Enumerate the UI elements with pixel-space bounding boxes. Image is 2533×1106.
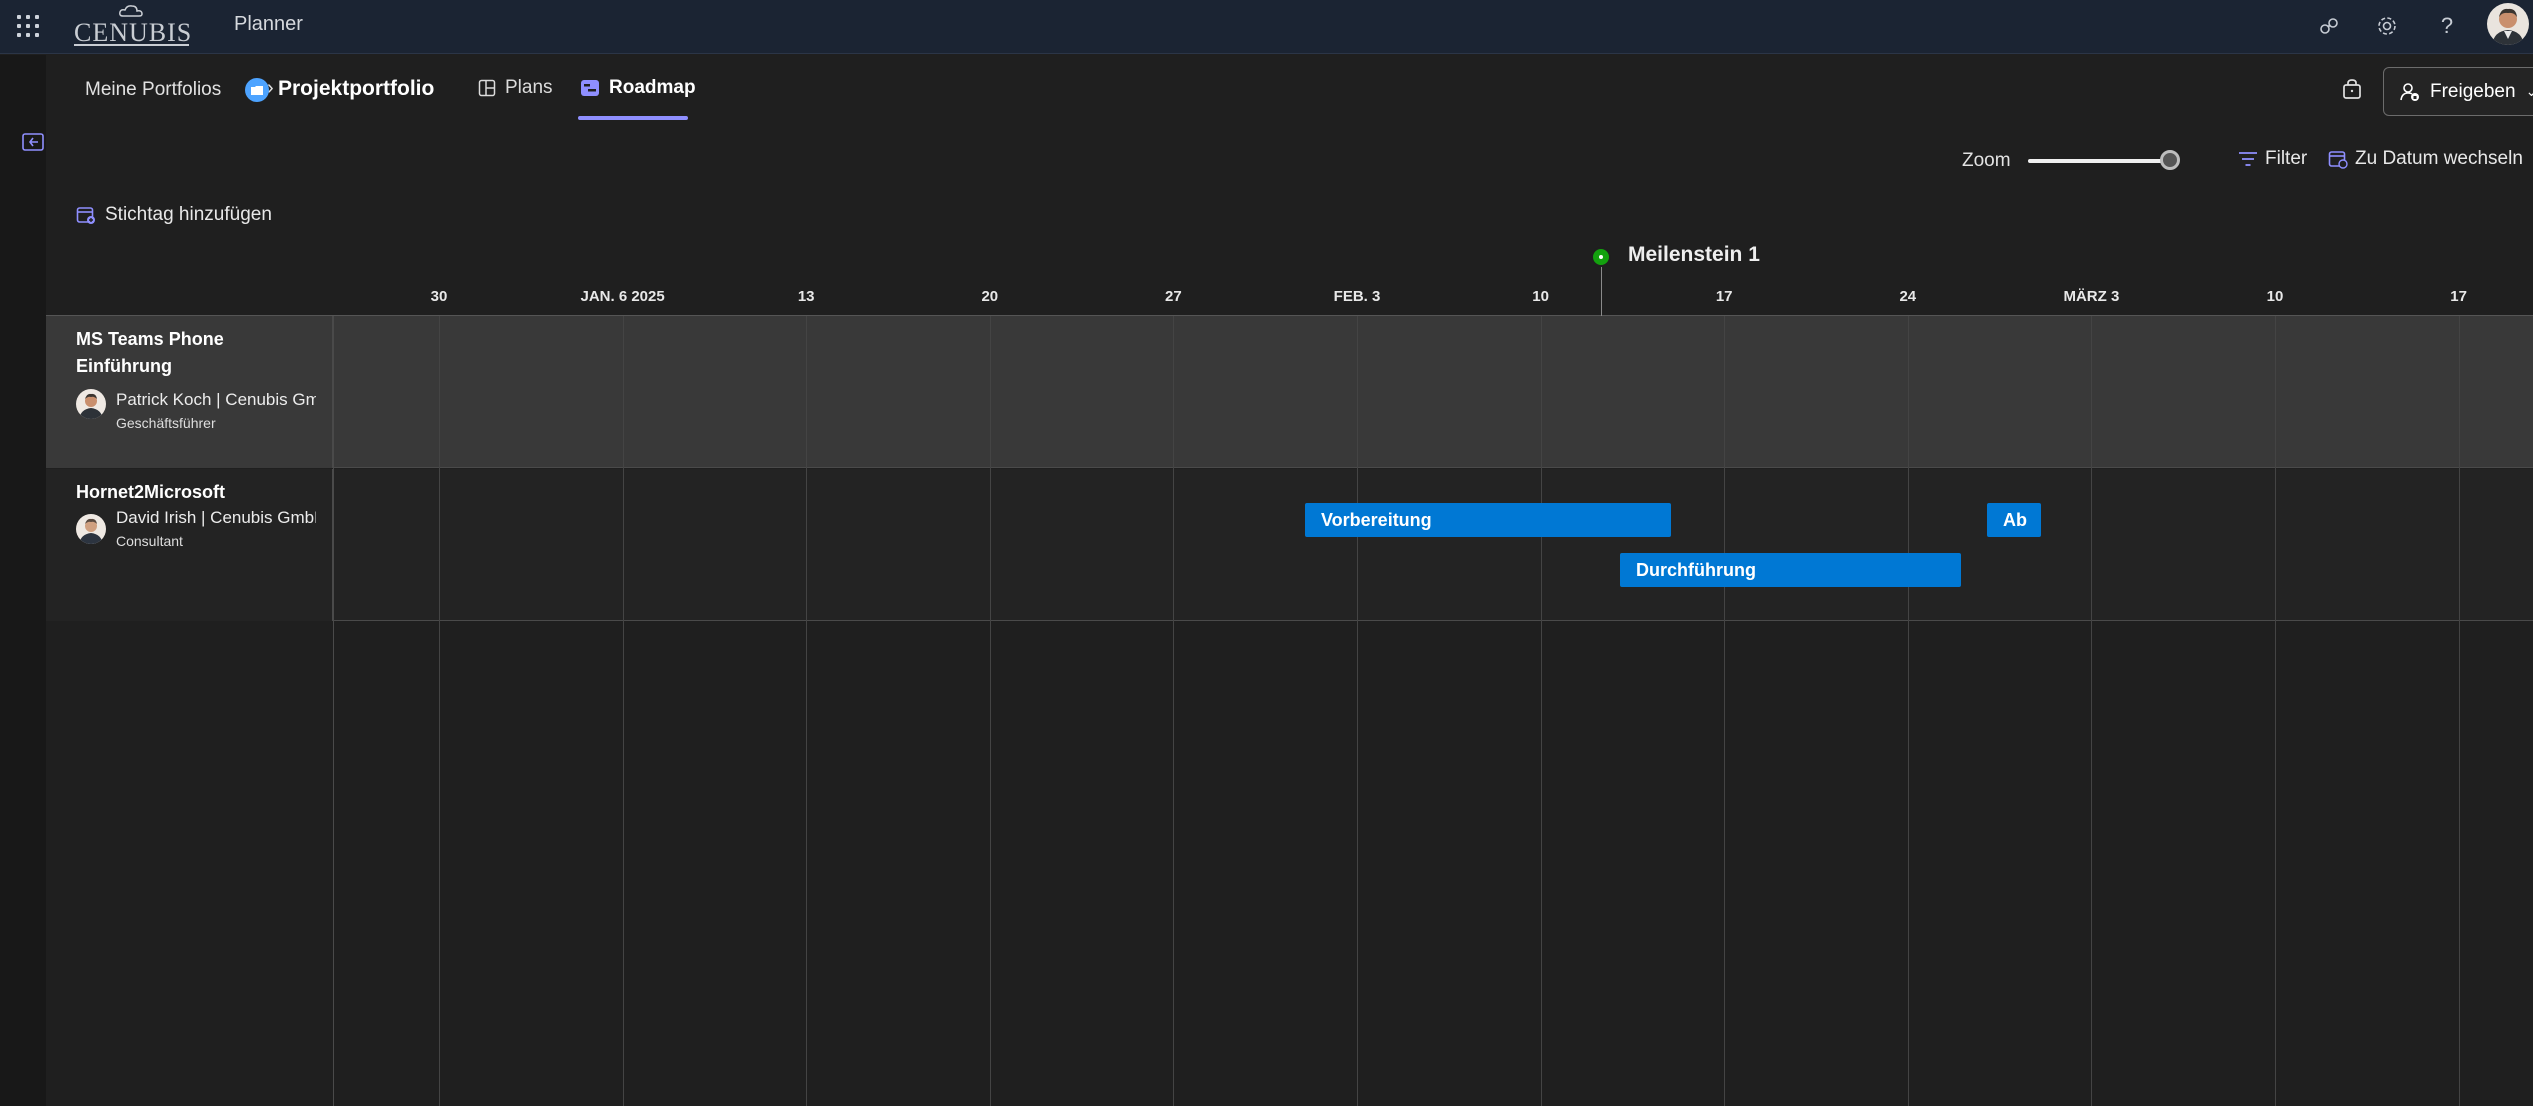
timeline-grid-line — [439, 316, 440, 1106]
filter-label: Filter — [2265, 148, 2308, 169]
timeline-date-label: JAN. 6 2025 — [580, 288, 665, 305]
plan-title[interactable]: MS Teams Phone Einführung — [76, 326, 316, 380]
plan-owner-name: Patrick Koch | Cenubis GmbH — [116, 390, 316, 409]
timeline-date-label: 10 — [1532, 288, 1549, 305]
label-column-divider — [333, 316, 334, 1106]
roadmap-icon — [581, 80, 599, 96]
app-title: Planner — [234, 13, 303, 35]
bag-icon[interactable] — [2340, 77, 2364, 101]
task-bar[interactable]: Ab — [1987, 503, 2041, 537]
plan-title[interactable]: Hornet2Microsoft — [76, 479, 316, 506]
timeline-header-divider — [46, 315, 2533, 316]
zoom-slider-thumb[interactable] — [2160, 150, 2180, 170]
portfolio-row[interactable]: Hornet2Microsoft David Irish | Cenubis G… — [46, 469, 2533, 621]
company-logo: CENUBIS — [74, 5, 191, 47]
timeline-grid-line — [2459, 316, 2460, 1106]
timeline-date-label: 20 — [981, 288, 999, 305]
tab-plans-label: Plans — [505, 77, 553, 98]
timeline-date-label: 10 — [2266, 288, 2284, 305]
task-bar[interactable]: Vorbereitung — [1305, 503, 1671, 537]
task-bar[interactable]: Durchführung — [1620, 553, 1961, 587]
timeline-grid-line — [1541, 316, 1542, 1106]
calendar-arrow-icon — [2328, 151, 2348, 169]
timeline-date-label: 24 — [1899, 288, 1917, 305]
row-label[interactable]: MS Teams Phone Einführung Patrick Koch |… — [46, 316, 334, 468]
left-rail — [0, 55, 46, 1106]
timeline-grid-line — [1724, 316, 1725, 1106]
top-app-bar: CENUBIS Planner ? — [0, 0, 2533, 54]
timeline-date-label: 30 — [430, 288, 448, 305]
plan-owner-role: Consultant — [116, 533, 183, 549]
tab-roadmap-label: Roadmap — [609, 77, 696, 98]
timeline-grid-line — [990, 316, 991, 1106]
cloud-icon — [119, 5, 143, 17]
timeline-date-label: 17 — [2450, 288, 2467, 305]
timeline-grid-line — [2275, 316, 2276, 1106]
zoom-slider[interactable] — [2028, 159, 2170, 163]
plan-owner-role: Geschäftsführer — [116, 415, 216, 431]
zoom-label: Zoom — [1962, 150, 2011, 171]
calendar-add-icon — [76, 207, 95, 224]
milestone-label[interactable]: Meilenstein 1 — [1628, 243, 1760, 267]
portfolio-row[interactable]: MS Teams Phone Einführung Patrick Koch |… — [46, 316, 2533, 468]
timeline-grid-line — [1173, 316, 1174, 1106]
add-keydate-label: Stichtag hinzufügen — [105, 204, 272, 225]
breadcrumb-parent[interactable]: Meine Portfolios — [85, 79, 221, 101]
grid-icon — [478, 79, 496, 97]
active-tab-indicator — [578, 116, 688, 120]
app-launcher-icon[interactable] — [14, 12, 40, 38]
chevron-down-icon: ⌄ — [2525, 83, 2533, 99]
timeline-date-label: MÄRZ 3 — [2063, 288, 2120, 305]
timeline-grid-line — [1908, 316, 1909, 1106]
add-keydate-button[interactable]: Stichtag hinzufügen — [76, 204, 272, 226]
filter-button[interactable]: Filter — [2238, 148, 2307, 170]
tab-roadmap[interactable]: Roadmap — [580, 77, 696, 99]
goto-date-label: Zu Datum wechseln — [2355, 148, 2523, 169]
timeline-header: 30 JAN. 6 2025 13 20 27 FEB. 3 10 17 24 MÄRZ 3 10 1… — [46, 280, 2533, 316]
connections-icon[interactable] — [2314, 11, 2344, 41]
portfolio-icon — [245, 78, 269, 102]
share-button[interactable]: Freigeben ⌄ — [2383, 67, 2533, 116]
timeline-date-label: 17 — [1715, 288, 1733, 305]
row-label[interactable]: Hornet2Microsoft David Irish | Cenubis G… — [46, 469, 334, 621]
goto-date-button[interactable]: Zu Datum wechseln — [2328, 148, 2523, 170]
help-icon[interactable]: ? — [2432, 11, 2462, 41]
person-lock-icon — [2400, 82, 2419, 101]
timeline-grid-line — [623, 316, 624, 1106]
timeline-date-label: 13 — [797, 288, 815, 305]
milestone-line — [1601, 264, 1602, 316]
avatar — [76, 514, 106, 544]
breadcrumb: Meine Portfolios › Projektportfolio Plan… — [46, 55, 2533, 125]
timeline-grid-line — [1357, 316, 1358, 1106]
timeline-grid-line — [806, 316, 807, 1106]
user-avatar[interactable] — [2487, 3, 2529, 45]
avatar — [76, 389, 106, 419]
collapse-panel-icon[interactable] — [22, 133, 44, 151]
timeline-date-label: FEB. 3 — [1333, 288, 1381, 305]
breadcrumb-current: Projektportfolio — [278, 77, 435, 100]
filter-icon — [2239, 152, 2257, 166]
share-button-label: Freigeben — [2430, 80, 2516, 102]
milestone-marker[interactable] — [1591, 247, 1611, 267]
timeline-date-label: 27 — [1165, 288, 1182, 305]
plan-owner-name: David Irish | Cenubis GmbH — [116, 508, 316, 527]
gear-icon[interactable] — [2372, 11, 2402, 41]
tab-plans[interactable]: Plans — [478, 77, 553, 99]
timeline-grid-line — [2091, 316, 2092, 1106]
